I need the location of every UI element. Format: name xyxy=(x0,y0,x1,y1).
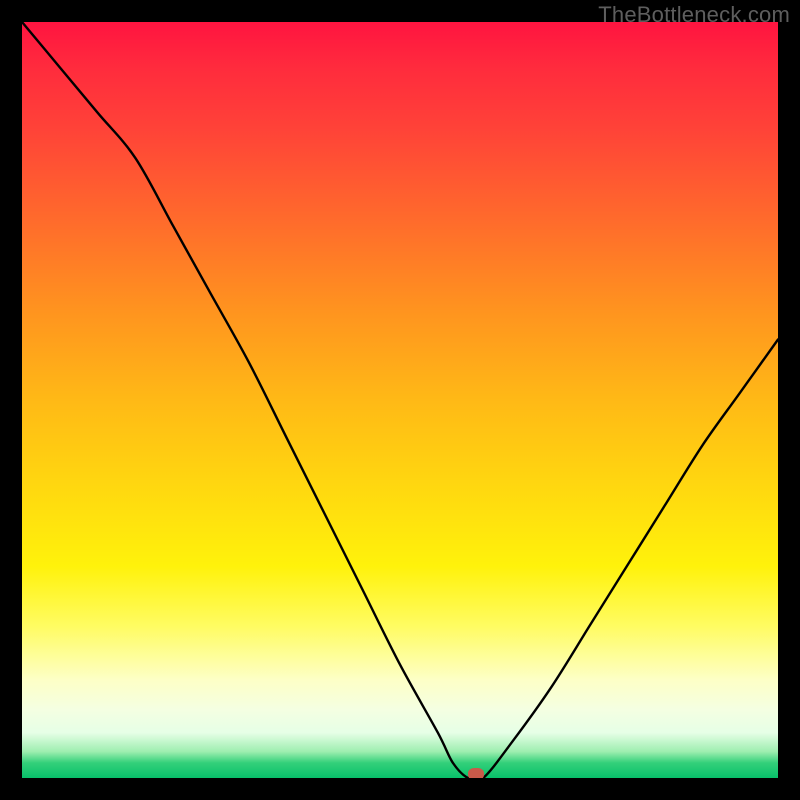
curve-layer xyxy=(22,22,778,778)
optimal-point-marker xyxy=(468,768,484,778)
bottleneck-curve xyxy=(22,22,778,778)
watermark-text: TheBottleneck.com xyxy=(598,2,790,28)
plot-area xyxy=(22,22,778,778)
chart-frame: TheBottleneck.com xyxy=(0,0,800,800)
